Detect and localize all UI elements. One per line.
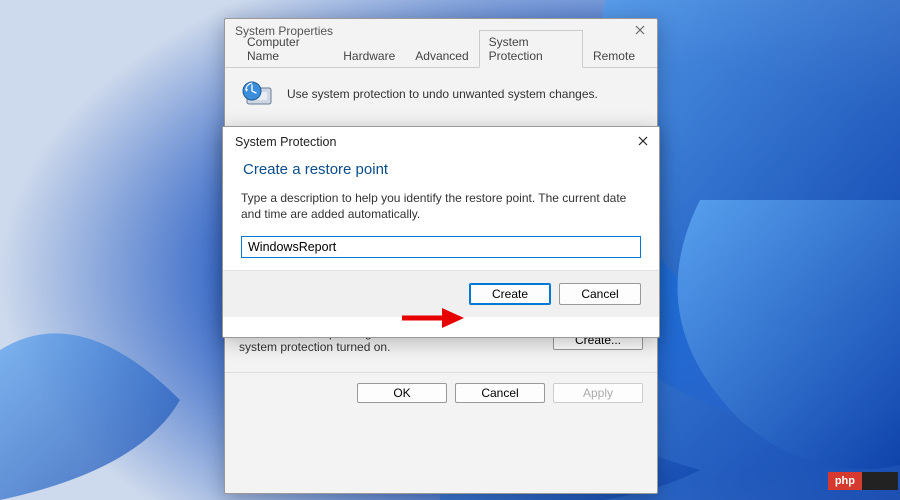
apply-button: Apply bbox=[553, 383, 643, 403]
annotation-arrow-icon bbox=[398, 304, 466, 337]
titlebar: System Protection bbox=[223, 127, 659, 157]
tab-hardware[interactable]: Hardware bbox=[333, 44, 405, 68]
watermark-badge: php bbox=[828, 472, 898, 490]
dialog-heading: Create a restore point bbox=[241, 159, 641, 190]
tab-advanced[interactable]: Advanced bbox=[405, 44, 478, 68]
dialog-footer: OK Cancel Apply bbox=[225, 372, 657, 413]
cancel-button[interactable]: Cancel bbox=[559, 283, 641, 305]
tab-bar: Computer Name Hardware Advanced System P… bbox=[225, 42, 657, 68]
tab-remote[interactable]: Remote bbox=[583, 44, 645, 68]
badge-logo bbox=[862, 472, 898, 490]
dialog-description: Type a description to help you identify … bbox=[241, 190, 641, 222]
ok-button[interactable]: OK bbox=[357, 383, 447, 403]
system-restore-icon bbox=[241, 76, 277, 112]
info-text: Use system protection to undo unwanted s… bbox=[287, 87, 598, 101]
badge-text: php bbox=[828, 472, 862, 490]
close-icon[interactable] bbox=[631, 21, 649, 39]
create-button[interactable]: Create bbox=[469, 283, 551, 305]
info-row: Use system protection to undo unwanted s… bbox=[225, 68, 657, 120]
restore-point-name-input[interactable] bbox=[241, 236, 641, 258]
tab-system-protection[interactable]: System Protection bbox=[479, 30, 583, 68]
dialog-title: System Protection bbox=[235, 135, 336, 149]
tab-computer-name[interactable]: Computer Name bbox=[237, 30, 333, 68]
close-icon[interactable] bbox=[631, 131, 655, 151]
cancel-button[interactable]: Cancel bbox=[455, 383, 545, 403]
